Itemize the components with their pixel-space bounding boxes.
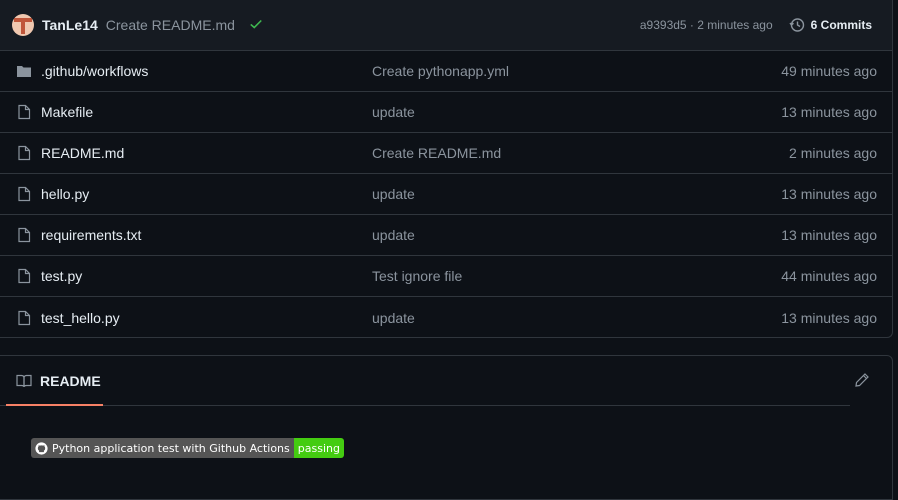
commits-link[interactable]: 6 Commits — [789, 17, 872, 33]
file-age: 13 minutes ago — [781, 104, 877, 120]
readme-tab[interactable]: README — [16, 373, 101, 389]
badge-label: Python application test with Github Acti… — [52, 441, 290, 455]
badge-label-section: Python application test with Github Acti… — [31, 438, 294, 458]
file-commit-link[interactable]: Create pythonapp.yml — [372, 63, 632, 79]
commit-sha-time[interactable]: a9393d5 · 2 minutes ago — [640, 18, 773, 32]
pencil-icon — [855, 373, 869, 387]
file-commit-link[interactable]: update — [372, 104, 632, 120]
file-commit-link[interactable]: Create README.md — [372, 145, 632, 161]
file-name-link[interactable]: test_hello.py — [41, 310, 372, 326]
file-row: README.md Create README.md 2 minutes ago — [0, 133, 892, 174]
commit-message[interactable]: Create README.md — [106, 17, 235, 33]
readme-header: README — [0, 356, 850, 406]
latest-commit-bar: TanLe14 Create README.md a9393d5 · 2 min… — [0, 0, 892, 51]
file-commit-link[interactable]: Test ignore file — [372, 268, 632, 284]
file-icon — [16, 227, 32, 243]
badge-status: passing — [293, 438, 344, 458]
file-row: .github/workflows Create pythonapp.yml 4… — [0, 51, 892, 92]
file-age: 13 minutes ago — [781, 186, 877, 202]
file-name-link[interactable]: requirements.txt — [41, 227, 372, 243]
file-commit-link[interactable]: update — [372, 227, 632, 243]
file-commit-link[interactable]: update — [372, 186, 632, 202]
file-name-link[interactable]: test.py — [41, 268, 372, 284]
readme-box: README Python application test with Gith… — [0, 355, 893, 500]
workflow-status-badge[interactable]: Python application test with Github Acti… — [31, 438, 344, 458]
file-icon — [16, 310, 32, 326]
file-icon — [16, 268, 32, 284]
file-icon — [16, 186, 32, 202]
file-list-box: TanLe14 Create README.md a9393d5 · 2 min… — [0, 0, 893, 338]
file-icon — [16, 104, 32, 120]
avatar[interactable] — [12, 14, 34, 36]
file-row: hello.py update 13 minutes ago — [0, 174, 892, 215]
file-age: 13 minutes ago — [781, 227, 877, 243]
github-icon — [35, 441, 48, 455]
file-row: Makefile update 13 minutes ago — [0, 92, 892, 133]
history-icon — [789, 18, 804, 32]
commits-count-label: 6 Commits — [810, 18, 872, 32]
readme-tab-label: README — [40, 372, 101, 389]
file-row: requirements.txt update 13 minutes ago — [0, 215, 892, 256]
file-commit-link[interactable]: update — [372, 310, 632, 326]
file-name-link[interactable]: Makefile — [41, 104, 372, 120]
file-icon — [16, 145, 32, 161]
edit-readme-button[interactable] — [854, 372, 870, 388]
file-name-link[interactable]: hello.py — [41, 186, 372, 202]
file-age: 44 minutes ago — [781, 268, 877, 284]
check-icon[interactable] — [249, 17, 263, 34]
folder-icon — [16, 63, 32, 79]
file-row: test_hello.py update 13 minutes ago — [0, 297, 892, 337]
commit-author[interactable]: TanLe14 — [42, 17, 98, 33]
file-age: 2 minutes ago — [789, 145, 877, 161]
book-icon — [16, 374, 32, 387]
active-tab-underline — [6, 404, 103, 406]
file-name-link[interactable]: README.md — [41, 145, 372, 161]
file-age: 13 minutes ago — [781, 309, 877, 326]
file-age: 49 minutes ago — [781, 63, 877, 79]
file-name-link[interactable]: .github/workflows — [41, 63, 372, 79]
file-row: test.py Test ignore file 44 minutes ago — [0, 256, 892, 297]
